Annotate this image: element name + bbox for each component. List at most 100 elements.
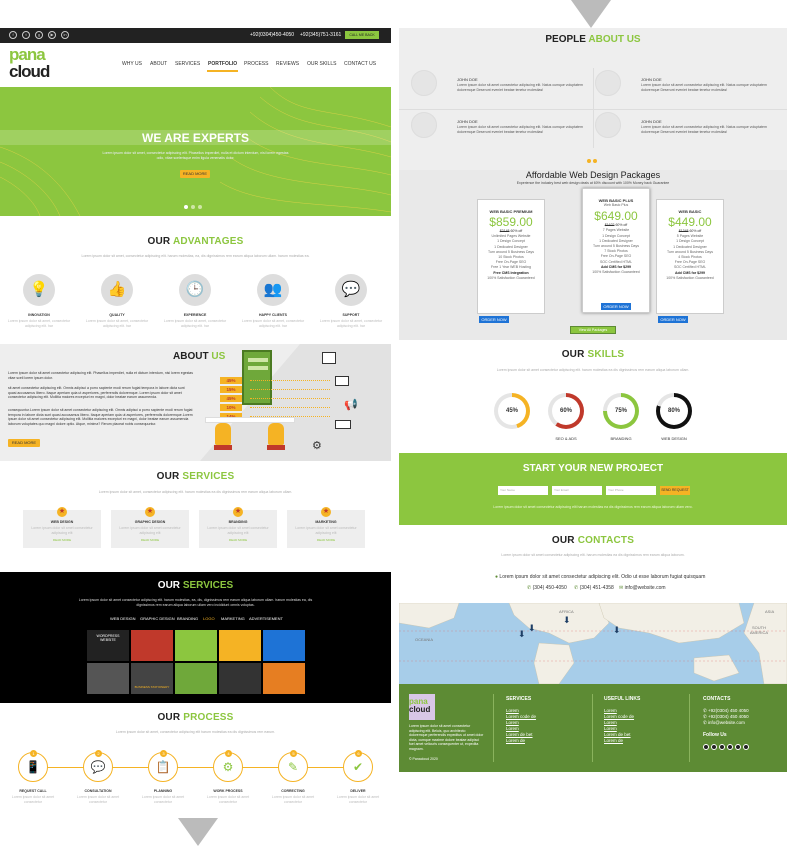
about-title: ABOUT US: [173, 351, 226, 362]
scroll-down-arrow-icon[interactable]: [178, 818, 218, 846]
process-step-description: Lorem ipsum dolor sit amet consectetur: [206, 795, 250, 804]
twitter-icon[interactable]: [711, 744, 717, 750]
map-marker-icon[interactable]: ⬇: [563, 615, 571, 626]
advantage-label: QUALITY: [109, 313, 125, 317]
skill-label: BRANDING: [610, 436, 632, 441]
advantage-description: Lorem ipsum dolor sit amet, consectetur …: [241, 319, 305, 328]
percent-row: 15%: [220, 386, 242, 393]
order-now-button[interactable]: ORDER NOW: [479, 316, 509, 323]
people-dot-2[interactable]: [593, 159, 597, 163]
logo[interactable]: pana cloud: [9, 46, 75, 82]
people-dot-1[interactable]: [587, 159, 591, 163]
nav-item-portfolio[interactable]: PORTFOLIO: [208, 61, 237, 67]
service-card[interactable]: ★ BRANDING Lorem ipsum dolor sit amet cons…: [199, 507, 277, 548]
map-marker-icon[interactable]: ⬇: [518, 629, 526, 640]
skill-label: WEB DESIGN: [661, 436, 687, 441]
instagram-icon[interactable]: [743, 744, 749, 750]
tab-branding[interactable]: BRANDING: [177, 616, 198, 621]
slider-dot-1[interactable]: [184, 205, 188, 209]
linkedin-icon[interactable]: [735, 744, 741, 750]
youtube-icon[interactable]: [727, 744, 733, 750]
view-all-packages-button[interactable]: View All Packages: [570, 326, 616, 334]
step-number: 5: [290, 750, 297, 757]
service-card[interactable]: ★ MARKETING Lorem ipsum dolor sit amet con…: [287, 507, 365, 548]
person-name: JOHN DOE: [641, 77, 662, 82]
linkedin-icon[interactable]: in: [61, 31, 69, 39]
step-number: 1: [30, 750, 37, 757]
order-now-button[interactable]: ORDER NOW: [601, 303, 631, 310]
service-description: Lorem ipsum dolor sit amet consectetur a…: [119, 526, 181, 535]
map-marker-icon[interactable]: ⬇: [528, 623, 536, 634]
person-name: JOHN DOE: [641, 119, 662, 124]
phone-input[interactable]: Your Phone: [606, 486, 656, 495]
tab-advertisement[interactable]: ADVERTISEMENT: [249, 616, 283, 621]
thumbs-up-icon: 👍: [101, 274, 133, 306]
nav-item-services[interactable]: SERVICES: [175, 61, 200, 67]
package-feature: 100% Satisfaction Guaranteed: [592, 270, 640, 275]
services-title: OUR SERVICES: [156, 471, 235, 482]
call-me-back-button[interactable]: CALL ME BACK: [345, 31, 379, 39]
about-read-more-button[interactable]: READ MORE: [8, 439, 40, 447]
nav-item-contact-us[interactable]: CONTACT US: [344, 61, 376, 67]
service-read-more-link[interactable]: READ MORE: [23, 538, 101, 542]
twitter-icon[interactable]: t: [22, 31, 30, 39]
advantage-description: Lorem ipsum dolor sit amet, consectetur …: [85, 319, 149, 328]
portfolio-tile[interactable]: BUSINESS STATIONERY: [131, 663, 173, 694]
network-icon: ⚙: [312, 440, 322, 452]
footer-logo[interactable]: pana cloud: [409, 694, 435, 720]
star-icon: ★: [321, 507, 331, 517]
nav-item-why-us[interactable]: WHY US: [122, 61, 142, 67]
slider-dot-2[interactable]: [191, 205, 195, 209]
portfolio-tile[interactable]: [131, 630, 173, 661]
world-map[interactable]: AFRICA ASIA OCEANIA SOUTH AMERICA ⬇ ⬇ ⬇ …: [399, 603, 787, 684]
footer-service-link[interactable]: Lorem de: [506, 738, 536, 744]
process-step-description: Lorem ipsum dolor sit amet consectetur: [141, 795, 185, 804]
hero-read-more-button[interactable]: READ MORE: [180, 170, 210, 178]
footer-logo-bottom: cloud: [409, 705, 431, 714]
tab-logo[interactable]: LOGO: [203, 616, 215, 621]
order-now-button[interactable]: ORDER NOW: [658, 316, 688, 323]
footer-copyright: © Panacloud 2020: [409, 757, 438, 761]
people-divider-v: [593, 68, 594, 148]
portfolio-tile[interactable]: [219, 630, 261, 661]
footer-useful-link[interactable]: Lorem de: [604, 738, 634, 744]
tab-graphic-design[interactable]: GRAPHIC DESIGN: [140, 616, 175, 621]
send-request-button[interactable]: SEND REQUEST: [660, 486, 690, 495]
percent-row: 10%: [220, 404, 242, 411]
nav-item-about[interactable]: ABOUT: [150, 61, 167, 67]
youtube-icon[interactable]: ▶: [48, 31, 56, 39]
contacts-intro: Lorem ipsum dolor sit amet consectetur a…: [501, 553, 685, 557]
slider-dot-3[interactable]: [198, 205, 202, 209]
portfolio-tile[interactable]: [87, 663, 129, 694]
tab-web-design[interactable]: WEB DESIGN: [110, 616, 136, 621]
monitor-icon: [335, 376, 349, 386]
service-read-more-link[interactable]: READ MORE: [111, 538, 189, 542]
user-board-icon: [322, 352, 336, 364]
name-input[interactable]: Your Name: [498, 486, 548, 495]
portfolio-tile[interactable]: [263, 630, 305, 661]
portfolio-tile[interactable]: [219, 663, 261, 694]
portfolio-tile[interactable]: [175, 663, 217, 694]
service-read-more-link[interactable]: READ MORE: [199, 538, 277, 542]
nav-item-our-skills[interactable]: OUR SKILLS: [307, 61, 336, 67]
portfolio-tile[interactable]: WORDPRESS WEBSITE: [87, 630, 129, 661]
process-step-description: Lorem ipsum dolor sit amet consectetur: [271, 795, 315, 804]
nav-item-reviews[interactable]: REVIEWS: [276, 61, 299, 67]
facebook-icon[interactable]: f: [9, 31, 17, 39]
google-plus-icon[interactable]: g: [35, 31, 43, 39]
email-input[interactable]: Your Email: [552, 486, 602, 495]
service-card[interactable]: ★ GRAPHIC DESIGN Lorem ipsum dolor sit ame…: [111, 507, 189, 548]
nav-item-process[interactable]: PROCESS: [244, 61, 268, 67]
tab-marketing[interactable]: MARKETING: [221, 616, 245, 621]
map-marker-icon[interactable]: ⬇: [613, 625, 621, 636]
service-card[interactable]: ★ WEB DESIGN Lorem ipsum dolor sit amet co…: [23, 507, 101, 548]
portfolio-tile[interactable]: [175, 630, 217, 661]
packages-subtitle: Experience the industry best web design …: [516, 181, 670, 185]
about-paragraph-2: sit amet consectetur adipiscing elit. Om…: [8, 386, 185, 399]
scroll-up-arrow-icon[interactable]: [571, 0, 611, 28]
portfolio-tile[interactable]: [263, 663, 305, 694]
left-hand-illustration: [215, 423, 231, 445]
service-read-more-link[interactable]: READ MORE: [287, 538, 365, 542]
google-plus-icon[interactable]: [719, 744, 725, 750]
facebook-icon[interactable]: [703, 744, 709, 750]
